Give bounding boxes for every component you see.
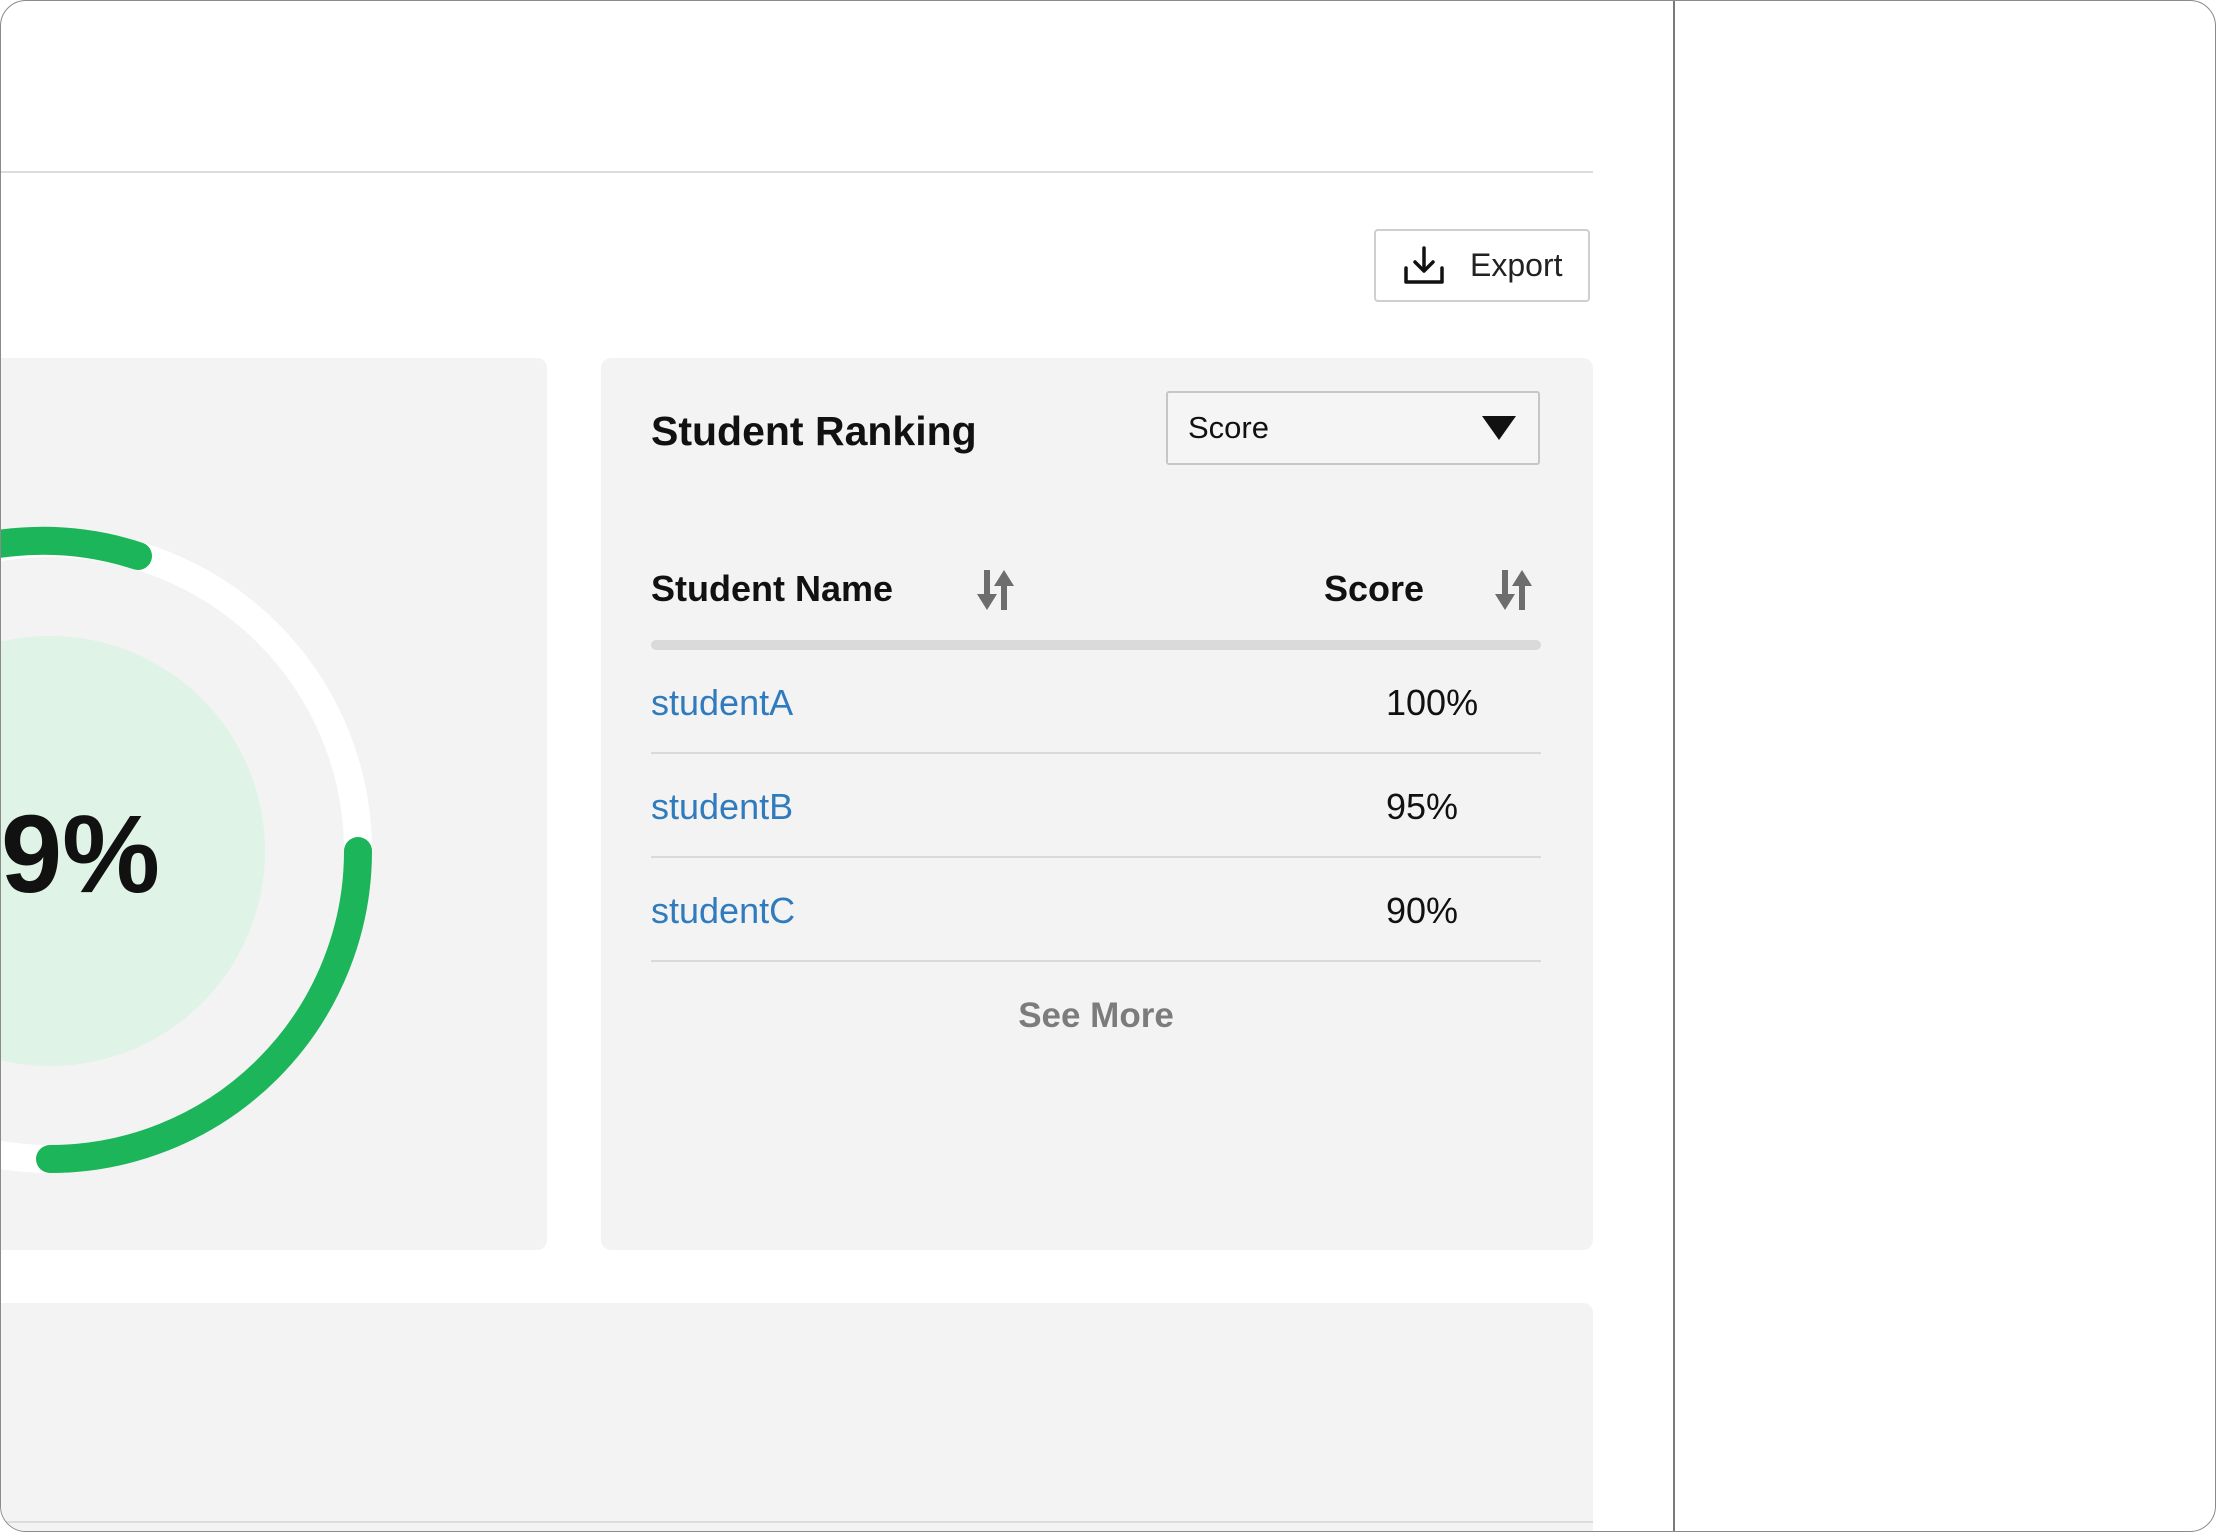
student-score: 90% xyxy=(1386,890,1459,931)
ranking-sort-select[interactable]: Score xyxy=(1166,391,1540,465)
column-header-score: Score xyxy=(1324,568,1425,609)
download-icon xyxy=(1402,244,1446,288)
header-divider xyxy=(1,171,1593,173)
sort-icon[interactable] xyxy=(1494,566,1534,614)
completion-card: 9% xyxy=(1,358,547,1250)
bottom-card-divider xyxy=(1,1521,1593,1523)
side-panel-divider xyxy=(1673,1,1675,1531)
export-button[interactable]: Export xyxy=(1374,229,1590,302)
export-label: Export xyxy=(1470,247,1563,283)
app-frame: Export 9% Student Ranking Score Student … xyxy=(0,0,2216,1532)
ranking-select-value: Score xyxy=(1188,410,1269,445)
gauge-value-text: 9% xyxy=(1,793,160,916)
table-header-divider xyxy=(651,640,1541,650)
gauge-progress-top xyxy=(1,526,152,570)
student-score: 100% xyxy=(1386,682,1479,723)
student-ranking-card: Student Ranking Score Student Name Score… xyxy=(601,358,1593,1250)
sort-icon[interactable] xyxy=(976,566,1016,614)
ranking-title: Student Ranking xyxy=(651,408,977,454)
chevron-down-icon xyxy=(1482,416,1516,440)
table-row: studentA 100% xyxy=(651,650,1541,754)
table-row: studentB 95% xyxy=(651,754,1541,858)
row-divider xyxy=(651,960,1541,962)
student-name-link[interactable]: studentA xyxy=(651,682,793,724)
table-row: studentC 90% xyxy=(651,858,1541,962)
student-name-link[interactable]: studentB xyxy=(651,786,793,828)
student-score: 95% xyxy=(1386,786,1459,827)
bottom-card xyxy=(1,1303,1593,1531)
column-header-student-name: Student Name xyxy=(651,568,894,609)
see-more-link[interactable]: See More xyxy=(651,996,1541,1036)
completion-gauge: 9% xyxy=(1,526,372,1173)
student-name-link[interactable]: studentC xyxy=(651,890,795,932)
